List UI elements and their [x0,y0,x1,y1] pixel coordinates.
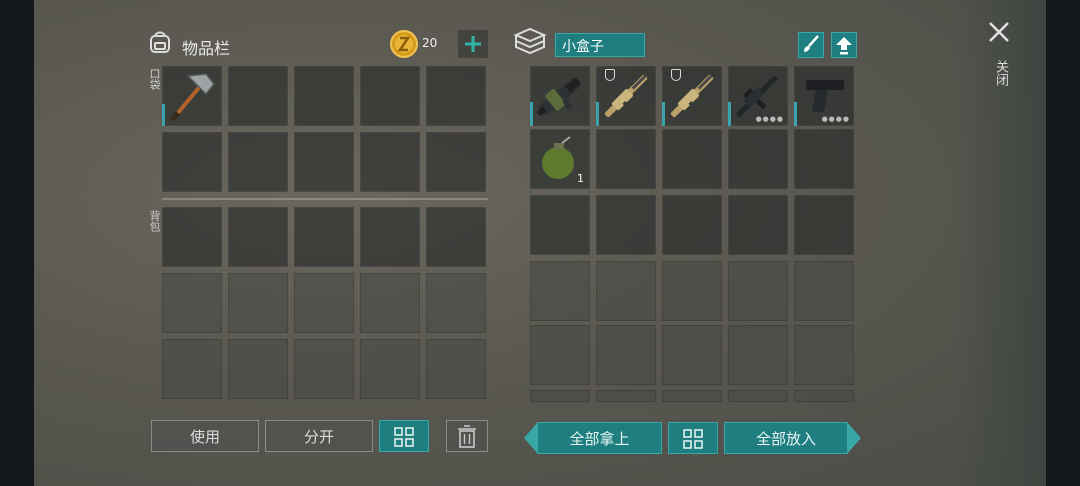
container-slot-10[interactable] [794,129,854,189]
container-slot-6[interactable]: 1 [530,129,590,189]
container-slot-8[interactable] [662,129,722,189]
container-slot-4[interactable]: ●●●● [728,66,788,126]
container-slot-9[interactable] [728,129,788,189]
backpack-slot-4[interactable] [360,207,420,267]
locked-slot [530,261,590,321]
backpack-slot-1[interactable] [162,207,222,267]
shield-badge-icon [671,69,681,81]
split-button[interactable]: 分开 [265,420,373,452]
grenade-count: 1 [577,172,584,185]
locked-slot [596,325,656,385]
coin-count: 20 [422,36,438,50]
container-name-field[interactable]: 小盒子 [555,33,645,57]
pocket-slot-3[interactable] [294,66,354,126]
plus-icon [465,36,481,52]
inventory-title: 物品栏 [182,39,231,58]
locked-slot [530,325,590,385]
container-name: 小盒子 [562,39,604,55]
locked-slot [596,261,656,321]
locked-slot [596,390,656,402]
grid-sort-icon [394,427,414,447]
locked-slot [294,339,354,399]
trash-icon [458,425,476,448]
shield-badge-icon [605,69,615,81]
container-slot-14[interactable] [728,195,788,255]
locked-slot [728,325,788,385]
backpack-icon [146,28,174,56]
section-divider [162,198,488,200]
pocket-slot-1[interactable] [162,66,222,126]
game-screen: 物品栏 20 口袋 背包 使用 分开 小盒子 ●●●● ●●●● 1 全部拿上 … [34,0,1046,486]
pocket-slot-4[interactable] [360,66,420,126]
locked-slot [530,390,590,402]
container-slot-12[interactable] [596,195,656,255]
locked-slot [728,390,788,402]
locked-slot [294,273,354,333]
locked-slot [360,273,420,333]
pocket-slot-5[interactable] [426,66,486,126]
take-all-button[interactable]: 全部拿上 [524,422,662,454]
locked-slot [794,261,854,321]
backpack-slot-5[interactable] [426,207,486,267]
container-slot-15[interactable] [794,195,854,255]
rename-button[interactable] [798,32,824,58]
put-all-button[interactable]: 全部放入 [724,422,861,454]
pocket-slot-7[interactable] [228,132,288,192]
add-coins-button[interactable] [458,30,488,58]
upload-arrow-icon [836,37,852,55]
locked-slot [728,261,788,321]
pickaxe-icon [170,73,215,122]
pocket-slot-6[interactable] [162,132,222,192]
locked-slot [426,273,486,333]
locked-slot [794,325,854,385]
locked-slot [662,325,722,385]
backpack-slot-2[interactable] [228,207,288,267]
locked-slot [228,339,288,399]
container-slot-13[interactable] [662,195,722,255]
container-slot-2[interactable] [596,66,656,126]
container-slot-11[interactable] [530,195,590,255]
quality-dots: ●●●● [755,115,784,123]
pocket-slot-10[interactable] [426,132,486,192]
sort-container-button[interactable] [668,422,718,454]
container-slot-3[interactable] [662,66,722,126]
close-icon [989,22,1009,42]
close-button[interactable]: 关闭 [984,20,1014,100]
close-label: 关闭 [993,60,1008,86]
locked-slot [360,339,420,399]
pocket-slot-2[interactable] [228,66,288,126]
locked-slot [162,339,222,399]
use-button[interactable]: 使用 [151,420,259,452]
backpack-label: 背包 [148,210,161,232]
locked-slot [662,261,722,321]
grid-sort-icon [683,429,703,449]
box-icon [512,26,548,58]
container-slot-1[interactable] [530,66,590,126]
trash-button[interactable] [446,420,488,452]
container-slot-7[interactable] [596,129,656,189]
container-slot-5[interactable]: ●●●● [794,66,854,126]
quality-dots: ●●●● [821,115,850,123]
locked-slot [662,390,722,402]
brush-icon [804,35,819,52]
pocket-slot-8[interactable] [294,132,354,192]
grenade-launcher-icon [536,77,581,117]
sort-inventory-button[interactable] [379,420,429,452]
coin-icon [389,29,419,59]
pocket-slot-9[interactable] [360,132,420,192]
locked-slot [426,339,486,399]
locked-slot [228,273,288,333]
locked-slot [794,390,854,402]
backpack-slot-3[interactable] [294,207,354,267]
locked-slot [162,273,222,333]
pocket-label: 口袋 [148,68,161,90]
store-up-button[interactable] [831,32,857,58]
